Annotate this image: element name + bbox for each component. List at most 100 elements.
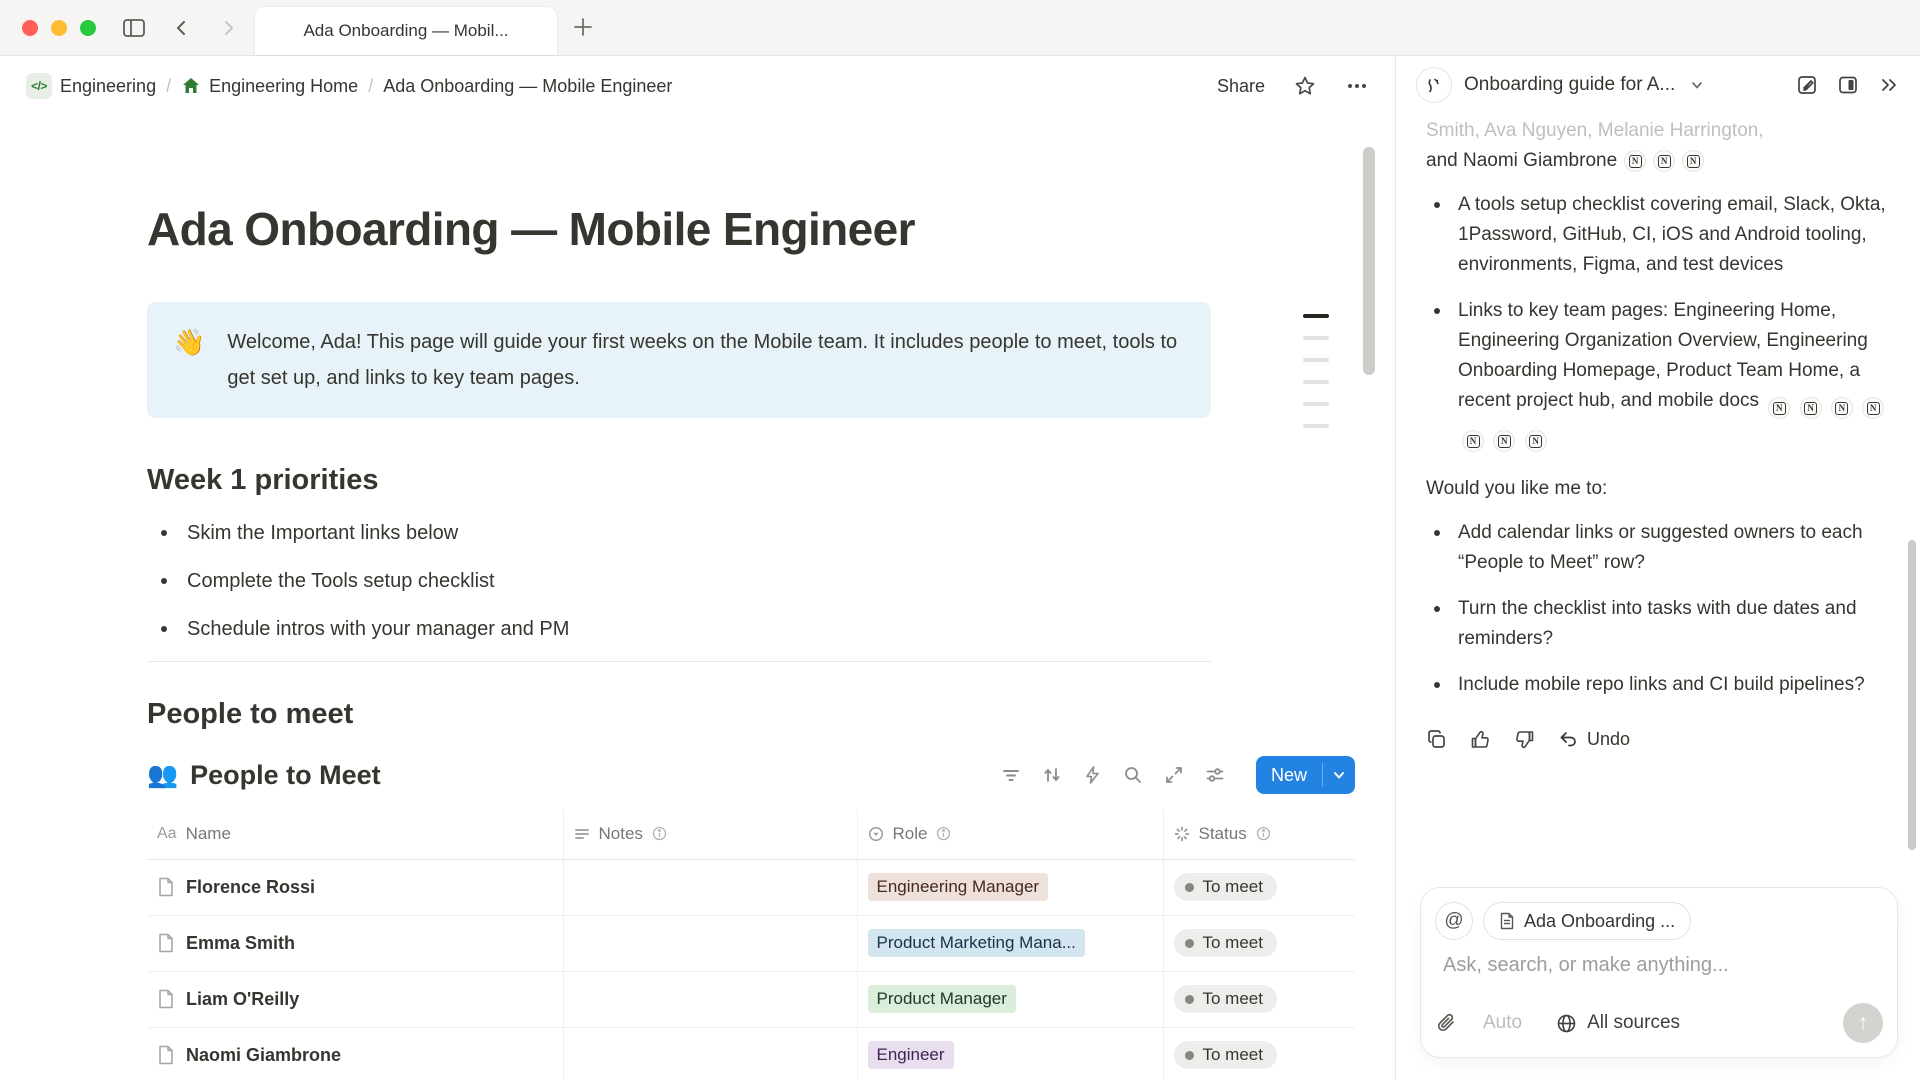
list-item[interactable]: Schedule intros with your manager and PM [147, 605, 1211, 653]
notion-page-badge-icon[interactable]: N [1525, 430, 1547, 452]
table-row[interactable]: Florence Rossi Engineering Manager To me… [147, 859, 1355, 915]
new-tab-icon[interactable] [572, 16, 594, 38]
name-cell[interactable]: Liam O'Reilly [147, 971, 563, 1027]
bullet-icon [1434, 606, 1440, 612]
document-scroll-area[interactable]: Ada Onboarding — Mobile Engineer 👋 Welco… [0, 116, 1395, 1080]
welcome-callout[interactable]: 👋 Welcome, Ada! This page will guide you… [147, 302, 1211, 418]
context-chip[interactable]: Ada Onboarding ... [1483, 902, 1691, 940]
sources-selector[interactable]: All sources [1556, 1012, 1680, 1034]
collapse-panel-icon[interactable] [1878, 74, 1900, 96]
thumbs-down-icon[interactable] [1514, 729, 1535, 750]
week1-list: Skim the Important links below Complete … [147, 509, 1211, 653]
notion-page-badge-icon[interactable]: N [1493, 430, 1515, 452]
code-icon: </> [26, 73, 52, 99]
new-chat-icon[interactable] [1796, 74, 1818, 96]
close-window-button[interactable] [22, 20, 38, 36]
send-button[interactable]: ↑ [1843, 1003, 1883, 1043]
ai-thread-title[interactable]: Onboarding guide for A... [1464, 74, 1675, 96]
copy-icon[interactable] [1426, 729, 1447, 750]
notion-page-badge-icon[interactable]: N [1831, 397, 1853, 419]
role-tag[interactable]: Product Manager [868, 985, 1016, 1013]
auto-mode-label[interactable]: Auto [1483, 1012, 1522, 1034]
role-cell[interactable]: Engineer [857, 1027, 1163, 1080]
callout-text: Welcome, Ada! This page will guide your … [227, 324, 1185, 396]
minimize-window-button[interactable] [51, 20, 67, 36]
sort-icon[interactable] [1042, 765, 1062, 785]
chevron-down-icon[interactable] [1323, 756, 1355, 794]
database-title[interactable]: 👥 People to Meet [147, 760, 381, 791]
thumbs-up-icon[interactable] [1470, 729, 1491, 750]
status-badge[interactable]: To meet [1174, 1041, 1277, 1069]
notes-cell[interactable] [563, 859, 857, 915]
name-cell[interactable]: Emma Smith [147, 915, 563, 971]
role-cell[interactable]: Product Manager [857, 971, 1163, 1027]
bullet-icon [1434, 202, 1440, 208]
notion-page-badge-icon[interactable]: N [1862, 397, 1884, 419]
share-button[interactable]: Share [1217, 76, 1265, 97]
notion-page-badge-icon[interactable]: N [1800, 397, 1822, 419]
notes-cell[interactable] [563, 971, 857, 1027]
back-icon[interactable] [172, 18, 192, 38]
page-icon [157, 933, 175, 953]
search-icon[interactable] [1123, 765, 1143, 785]
notes-cell[interactable] [563, 1027, 857, 1080]
filter-icon[interactable] [1001, 765, 1021, 785]
notes-cell[interactable] [563, 915, 857, 971]
attachment-icon[interactable] [1435, 1012, 1457, 1034]
name-cell[interactable]: Naomi Giambrone [147, 1027, 563, 1080]
column-header-name[interactable]: Aa Name [147, 809, 563, 859]
column-header-role[interactable]: Role [857, 809, 1163, 859]
automations-bolt-icon[interactable] [1083, 765, 1102, 785]
browser-tab[interactable]: Ada Onboarding — Mobil... [255, 7, 557, 55]
column-header-status[interactable]: Status [1163, 809, 1355, 859]
page-outline-indicator[interactable] [1303, 314, 1329, 446]
status-cell[interactable]: To meet [1163, 915, 1355, 971]
notion-ai-face-icon [1416, 67, 1452, 103]
list-item[interactable]: Complete the Tools setup checklist [147, 557, 1211, 605]
mention-button[interactable]: @ [1435, 902, 1473, 940]
favorite-star-icon[interactable] [1293, 74, 1317, 98]
undo-button[interactable]: Undo [1558, 724, 1630, 754]
status-cell[interactable]: To meet [1163, 1027, 1355, 1080]
table-row[interactable]: Naomi Giambrone Engineer To meet [147, 1027, 1355, 1080]
ai-response-area[interactable]: Smith, Ava Nguyen, Melanie Harrington, a… [1396, 114, 1920, 754]
list-item[interactable]: Skim the Important links below [147, 509, 1211, 557]
status-badge[interactable]: To meet [1174, 873, 1277, 901]
table-row[interactable]: Liam O'Reilly Product Manager To meet [147, 971, 1355, 1027]
ai-panel-scrollbar[interactable] [1908, 540, 1916, 850]
role-tag[interactable]: Product Marketing Mana... [868, 929, 1085, 957]
notion-page-badge-icon[interactable]: N [1624, 150, 1646, 172]
role-tag[interactable]: Engineer [868, 1041, 954, 1069]
breadcrumb-parent[interactable]: Engineering Home [181, 76, 358, 97]
column-header-notes[interactable]: Notes [563, 809, 857, 859]
notion-page-badge-icon[interactable]: N [1768, 397, 1790, 419]
name-cell[interactable]: Florence Rossi [147, 859, 563, 915]
status-badge[interactable]: To meet [1174, 985, 1277, 1013]
notion-page-badge-icon[interactable]: N [1682, 150, 1704, 172]
status-cell[interactable]: To meet [1163, 859, 1355, 915]
more-options-icon[interactable] [1345, 74, 1369, 98]
expand-icon[interactable] [1164, 765, 1184, 785]
side-panel-icon[interactable] [1837, 74, 1859, 96]
breadcrumb-workspace[interactable]: </> Engineering [26, 73, 156, 99]
new-record-button[interactable]: New [1256, 756, 1355, 794]
role-cell[interactable]: Engineering Manager [857, 859, 1163, 915]
breadcrumb-page[interactable]: Ada Onboarding — Mobile Engineer [383, 76, 672, 97]
status-cell[interactable]: To meet [1163, 971, 1355, 1027]
role-tag[interactable]: Engineering Manager [868, 873, 1049, 901]
page-header: </> Engineering / Engineering Home / Ada… [0, 56, 1395, 116]
status-badge[interactable]: To meet [1174, 929, 1277, 957]
forward-icon[interactable] [218, 18, 238, 38]
zoom-window-button[interactable] [80, 20, 96, 36]
undo-icon [1558, 729, 1578, 749]
main-scrollbar[interactable] [1363, 147, 1375, 375]
sidebar-toggle-icon[interactable] [122, 18, 146, 38]
notion-page-badge-icon[interactable]: N [1462, 430, 1484, 452]
notion-page-badge-icon[interactable]: N [1653, 150, 1675, 172]
table-row[interactable]: Emma Smith Product Marketing Mana... To … [147, 915, 1355, 971]
ai-prompt-input[interactable]: Ask, search, or make anything... [1443, 954, 1883, 977]
view-settings-icon[interactable] [1205, 765, 1225, 785]
chevron-down-icon[interactable] [1689, 77, 1705, 93]
role-cell[interactable]: Product Marketing Mana... [857, 915, 1163, 971]
ai-input-card[interactable]: @ Ada Onboarding ... Ask, search, or mak… [1420, 887, 1898, 1058]
